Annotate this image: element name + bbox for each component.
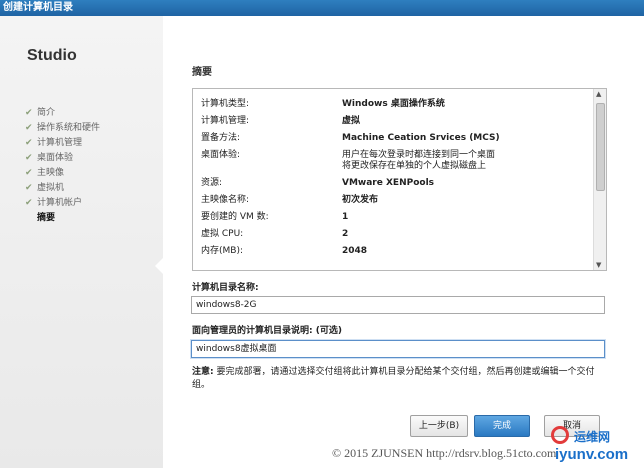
summary-key: 主映像名称: <box>201 195 250 205</box>
step-label: 简介 <box>37 108 56 118</box>
window-title: 创建计算机目录 <box>0 0 644 16</box>
watermark-top: 运维网 <box>574 430 611 444</box>
catalog-name-input[interactable]: windows8-2G <box>191 296 605 314</box>
scroll-down-icon[interactable]: ▼ <box>596 261 601 269</box>
catalog-name-label: 计算机目录名称: <box>192 283 259 293</box>
step-label: 操作系统和硬件 <box>37 123 101 133</box>
step-label: 桌面体验 <box>37 153 74 163</box>
summary-key: 桌面体验: <box>201 150 241 160</box>
step-intro[interactable]: ✔ 简介 <box>25 107 155 119</box>
step-label: 主映像 <box>37 168 65 178</box>
summary-key: 内存(MB): <box>201 246 243 256</box>
summary-scrollbar[interactable]: ▲ ▼ <box>593 89 606 270</box>
step-label: 摘要 <box>37 213 56 223</box>
deployment-note: 注意: 要完成部署，请通过选择交付组将此计算机目录分配给某个交付组，然后再创建或… <box>192 366 602 392</box>
studio-brand: Studio <box>27 47 77 64</box>
summary-row: 主映像名称: 初次发布 <box>201 195 593 206</box>
check-icon: ✔ <box>25 168 33 178</box>
scroll-thumb[interactable] <box>596 103 605 191</box>
check-icon: ✔ <box>25 183 33 193</box>
step-label: 计算机管理 <box>37 138 83 148</box>
step-desktop-experience[interactable]: ✔ 桌面体验 <box>25 152 155 164</box>
check-icon: ✔ <box>25 153 33 163</box>
summary-key: 置备方法: <box>201 133 241 143</box>
sidebar <box>0 16 163 468</box>
step-summary[interactable]: 摘要 <box>25 212 155 224</box>
summary-value: Windows 桌面操作系统 <box>342 99 445 109</box>
summary-key: 计算机管理: <box>201 116 250 126</box>
summary-key: 资源: <box>201 178 223 188</box>
watermark-bottom: iyunv.com <box>555 446 629 463</box>
copyright-text: © 2015 ZJUNSEN http://rdsrv.blog.51cto.c… <box>332 446 557 460</box>
check-icon: ✔ <box>25 138 33 148</box>
summary-row: 资源: VMware XENPools <box>201 178 593 189</box>
summary-value: 用户在每次登录时都连接到同一个桌面 将更改保存在单独的个人虚拟磁盘上 <box>342 150 496 171</box>
summary-key: 要创建的 VM 数: <box>201 212 269 222</box>
summary-row: 要创建的 VM 数: 1 <box>201 212 593 223</box>
summary-row: 计算机类型: Windows 桌面操作系统 <box>201 99 593 110</box>
step-label: 虚拟机 <box>37 183 65 193</box>
summary-value: VMware XENPools <box>342 178 435 188</box>
step-label: 计算机帐户 <box>37 198 83 208</box>
scroll-up-icon[interactable]: ▲ <box>596 90 601 98</box>
summary-value: 2 <box>342 229 349 239</box>
step-os-hardware[interactable]: ✔ 操作系统和硬件 <box>25 122 155 134</box>
note-label: 注意: <box>192 367 214 377</box>
summary-row: 桌面体验: 用户在每次登录时都连接到同一个桌面 将更改保存在单独的个人虚拟磁盘上 <box>201 150 593 172</box>
step-computer-accounts[interactable]: ✔ 计算机帐户 <box>25 197 155 209</box>
finish-button[interactable]: 完成 <box>474 415 530 437</box>
description-input[interactable]: windows8虚拟桌面 <box>191 340 605 358</box>
wizard-steps: ✔ 简介 ✔ 操作系统和硬件 ✔ 计算机管理 ✔ 桌面体验 ✔ 主映像 ✔ 虚拟… <box>25 107 155 227</box>
check-icon: ✔ <box>25 108 33 118</box>
step-virtual-machines[interactable]: ✔ 虚拟机 <box>25 182 155 194</box>
summary-row: 计算机管理: 虚拟 <box>201 116 593 127</box>
summary-row: 置备方法: Machine Ceation Srvices (MCS) <box>201 133 593 144</box>
summary-value: 初次发布 <box>342 195 379 205</box>
summary-value: 虚拟 <box>342 116 361 126</box>
check-icon: ✔ <box>25 123 33 133</box>
summary-key: 虚拟 CPU: <box>201 229 244 239</box>
summary-value: 2048 <box>342 246 368 256</box>
current-step-pointer <box>155 258 163 274</box>
watermark-logo-icon <box>551 426 569 444</box>
summary-value: 1 <box>342 212 349 222</box>
back-button[interactable]: 上一步(B) <box>410 415 468 437</box>
description-label: 面向管理员的计算机目录说明: (可选) <box>192 326 342 336</box>
summary-row: 内存(MB): 2048 <box>201 246 593 257</box>
note-text: 要完成部署，请通过选择交付组将此计算机目录分配给某个交付组，然后再创建或编辑一个… <box>192 367 595 390</box>
step-master-image[interactable]: ✔ 主映像 <box>25 167 155 179</box>
summary-key: 计算机类型: <box>201 99 250 109</box>
summary-row: 虚拟 CPU: 2 <box>201 229 593 240</box>
step-machine-management[interactable]: ✔ 计算机管理 <box>25 137 155 149</box>
check-icon: ✔ <box>25 198 33 208</box>
summary-list: 计算机类型: Windows 桌面操作系统 计算机管理: 虚拟 置备方法: Machi… <box>192 88 607 271</box>
summary-value: Machine Ceation Srvices (MCS) <box>342 133 500 143</box>
page-title: 摘要 <box>192 67 212 78</box>
